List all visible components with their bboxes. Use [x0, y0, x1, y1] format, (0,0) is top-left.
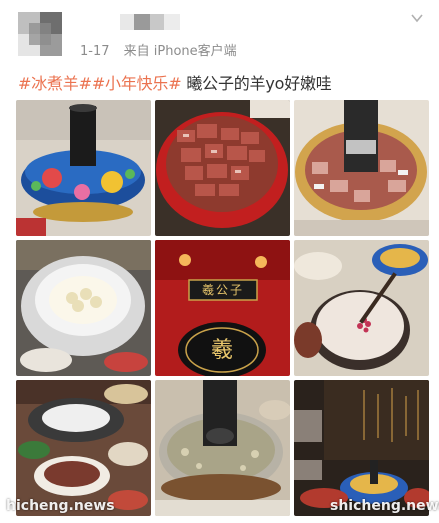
watermark-right: shicheng.news — [330, 498, 439, 514]
restaurant-sign-photo[interactable]: 羲公子 羲 — [155, 240, 290, 376]
raw-lamb-pot-photo[interactable] — [155, 100, 290, 236]
topic-link-bingzhuyang[interactable]: #冰煮羊# — [18, 74, 92, 93]
avatar[interactable] — [18, 12, 62, 56]
post-meta: 1-17 来自 iPhone客户端 — [80, 40, 237, 59]
restaurant-logo-char: 羲 — [210, 338, 233, 363]
chevron-down-icon[interactable] — [410, 10, 424, 24]
boiling-pot-photo[interactable] — [155, 380, 290, 516]
post-body: #冰煮羊##小年快乐# 曦公子的羊yo好嫩哇 — [18, 70, 332, 94]
lamb-hotpot-photo[interactable] — [294, 100, 429, 236]
post-source: 来自 iPhone客户端 — [123, 44, 237, 59]
topic-link-xiaonian[interactable]: #小年快乐# — [92, 74, 182, 93]
ice-plate-photo[interactable] — [16, 240, 151, 376]
post-text: 曦公子的羊yo好嫩哇 — [181, 74, 332, 93]
username-blurred[interactable] — [120, 14, 180, 30]
restaurant-interior-photo[interactable] — [294, 380, 429, 516]
post-time: 1-17 — [80, 44, 110, 59]
watermark-left: hicheng.news — [6, 498, 115, 514]
photo-grid: 羲公子 羲 — [16, 100, 429, 520]
restaurant-sign-text: 羲公子 — [201, 283, 244, 297]
copper-hotpot-photo[interactable] — [16, 100, 151, 236]
table-spread-photo[interactable] — [16, 380, 151, 516]
milk-soup-photo[interactable] — [294, 240, 429, 376]
